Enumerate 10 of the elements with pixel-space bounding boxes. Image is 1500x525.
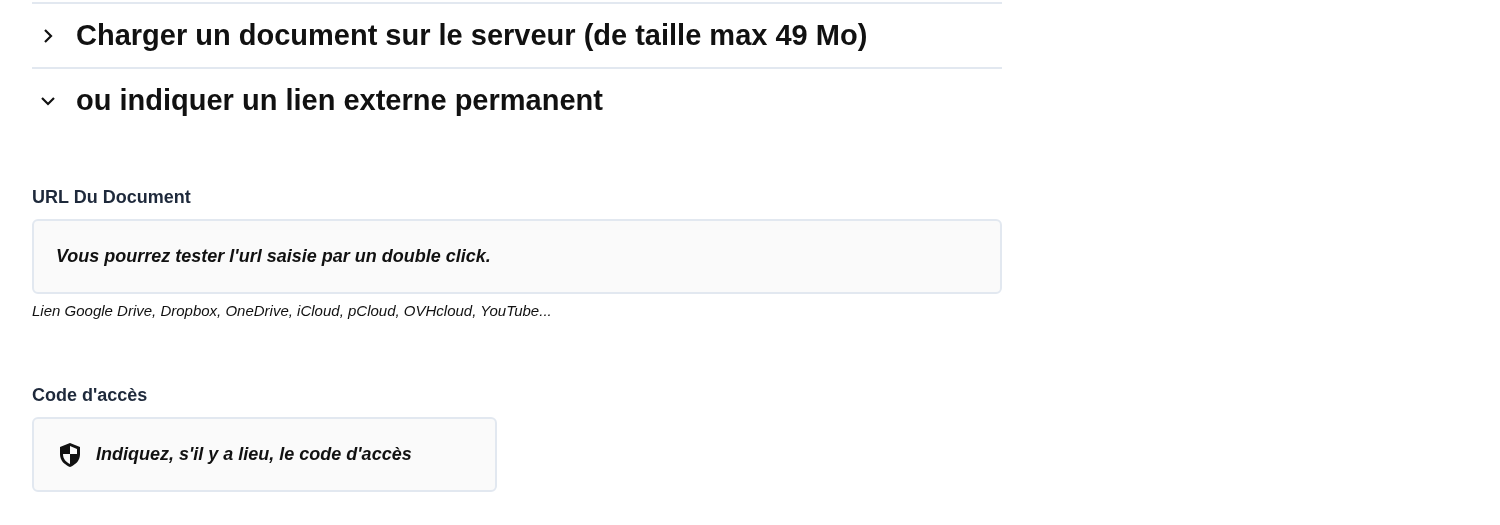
- section-title: ou indiquer un lien externe permanent: [76, 84, 603, 117]
- section-header[interactable]: ou indiquer un lien externe permanent: [32, 67, 1002, 132]
- access-code-input-field[interactable]: Indiquez, s'il y a lieu, le code d'accès: [32, 417, 497, 492]
- field-label: Code d'accès: [32, 385, 149, 406]
- field-label: URL Du Document: [32, 187, 192, 208]
- shield-icon: [58, 442, 82, 468]
- help-text: Lien Google Drive, Dropbox, OneDrive, iCloud, pCloud, OVHcloud, YouTube...: [32, 302, 553, 319]
- section-header[interactable]: Charger un document sur le serveur (de taille max 49 Mo): [32, 2, 1002, 67]
- section-title: Charger un document sur le serveur (de taille max 49 Mo): [76, 19, 868, 52]
- url-input-field[interactable]: Vous pourrez tester l'url saisie par un double click.: [32, 219, 1002, 294]
